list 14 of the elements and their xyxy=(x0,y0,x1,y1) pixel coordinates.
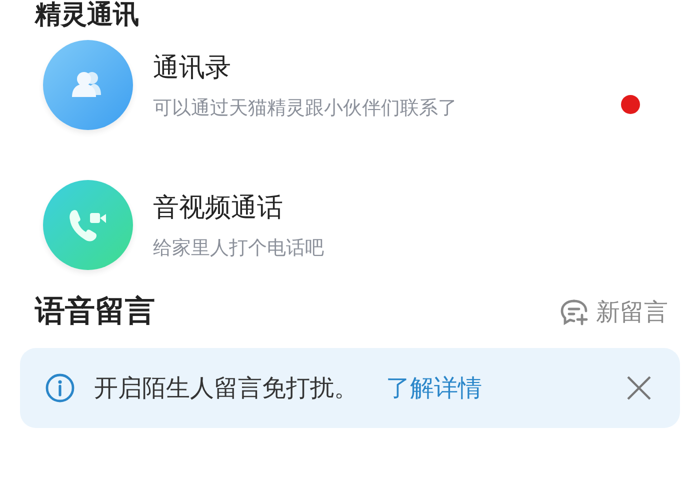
section-title: 精灵通讯 xyxy=(35,0,139,30)
item-subtitle: 可以通过天猫精灵跟小伙伴们联系了 xyxy=(153,96,458,120)
notice-text: 开启陌生人留言免打扰。 xyxy=(94,373,358,404)
item-subtitle: 给家里人打个电话吧 xyxy=(153,236,325,260)
list-item[interactable]: 通讯录 可以通过天猫精灵跟小伙伴们联系了 xyxy=(0,30,700,140)
details-link[interactable]: 了解详情 xyxy=(386,372,482,404)
item-title: 通讯录 xyxy=(153,52,232,84)
item-title: 音视频通话 xyxy=(153,192,284,224)
new-message-button[interactable]: 新留言 xyxy=(560,296,668,328)
info-icon xyxy=(44,372,76,404)
list-item[interactable]: 音视频通话 给家里人打个电话吧 xyxy=(0,170,700,280)
section-title: 语音留言 xyxy=(35,294,155,330)
close-icon[interactable] xyxy=(626,375,652,401)
new-message-icon xyxy=(560,298,590,326)
